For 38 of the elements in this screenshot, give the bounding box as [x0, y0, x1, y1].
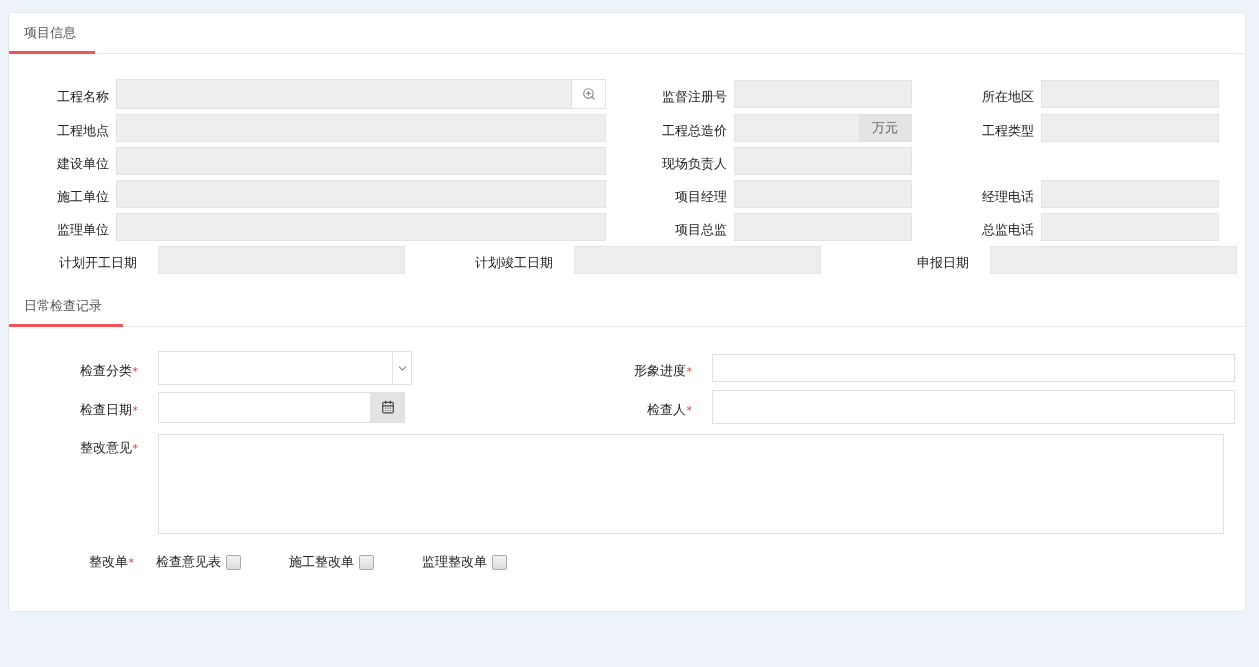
- field-label: 检查人*: [645, 401, 693, 419]
- checkbox-label: 检查意见表: [156, 553, 221, 571]
- field-label: 所在地区: [981, 88, 1035, 106]
- input-field[interactable]: [712, 354, 1235, 382]
- field-label: 整改单*: [87, 553, 135, 571]
- field-label: 总监电话: [981, 221, 1035, 239]
- field-label: 项目总监: [674, 221, 728, 239]
- field-label: 检查日期*: [78, 401, 139, 419]
- field-label: 计划开工日期: [58, 254, 138, 272]
- field-label: 工程名称: [56, 88, 110, 106]
- select-field[interactable]: [158, 351, 412, 385]
- checkbox[interactable]: [492, 554, 507, 570]
- field-label: 计划竣工日期: [474, 254, 554, 272]
- field-label: 整改意见*: [78, 439, 138, 457]
- field-label: 工程总造价: [661, 122, 728, 140]
- field-label: 申报日期: [916, 254, 970, 272]
- field-label: 检查分类*: [78, 362, 139, 380]
- input-field[interactable]: [712, 390, 1235, 424]
- field-label: 工程地点: [56, 122, 110, 140]
- section-tab[interactable]: 日常检查记录: [9, 287, 123, 327]
- field-label: 建设单位: [56, 155, 110, 173]
- field-label: 监理单位: [56, 221, 110, 239]
- section-tab[interactable]: 项目信息: [9, 14, 95, 54]
- remark-textarea[interactable]: [158, 434, 1224, 534]
- field-label: 项目经理: [674, 188, 728, 206]
- unit-addon: 万元: [859, 115, 911, 141]
- field-label: 现场负责人: [661, 155, 728, 173]
- field-label: 监督注册号: [661, 88, 728, 106]
- field-label: 施工单位: [56, 188, 110, 206]
- checkbox[interactable]: [359, 554, 374, 570]
- checkbox-label: 施工整改单: [289, 553, 354, 571]
- field-label: 经理电话: [981, 188, 1035, 206]
- checkbox[interactable]: [226, 554, 241, 570]
- checkbox-label: 监理整改单: [422, 553, 487, 571]
- calendar-icon[interactable]: [370, 392, 404, 422]
- field-label: 形象进度*: [632, 362, 693, 380]
- field-label: 工程类型: [981, 122, 1035, 140]
- date-field[interactable]: [158, 391, 405, 423]
